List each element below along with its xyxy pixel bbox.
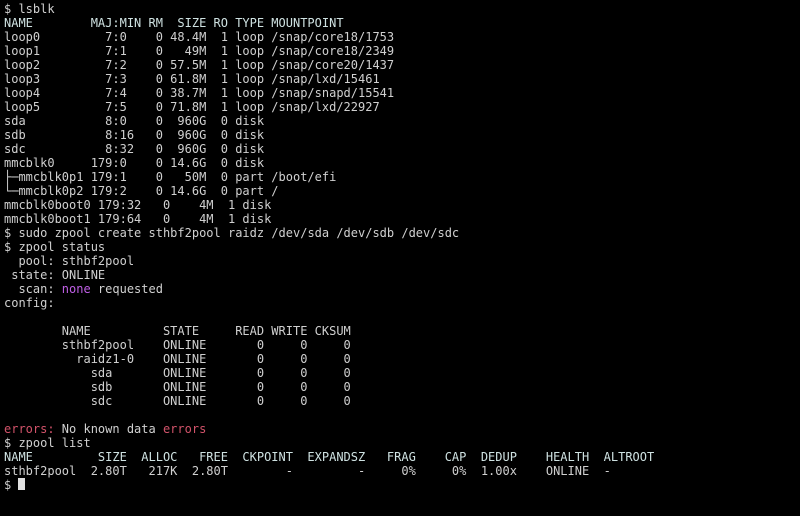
lsblk-row: sda 8:0 0 960G 0 disk	[4, 114, 271, 128]
prompt: $ sudo zpool create sthbf2pool raidz /de…	[4, 226, 459, 240]
lsblk-row: loop1 7:1 0 49M 1 loop /snap/core18/2349	[4, 44, 394, 58]
status-pool: pool: sthbf2pool	[4, 254, 134, 268]
lsblk-row: loop5 7:5 0 71.8M 1 loop /snap/lxd/22927	[4, 100, 380, 114]
prompt: $ lsblk	[4, 2, 55, 16]
lsblk-header: NAME MAJ:MIN RM SIZE RO TYPE MOUNTPOINT	[4, 16, 344, 30]
prompt-current[interactable]: $	[4, 478, 25, 492]
prompt: $ zpool list	[4, 436, 91, 450]
zpool-list-header: NAME SIZE ALLOC FREE CKPOINT EXPANDSZ FR…	[4, 450, 654, 464]
status-state: state: ONLINE	[4, 268, 105, 282]
lsblk-row: loop4 7:4 0 38.7M 1 loop /snap/snapd/155…	[4, 86, 394, 100]
cmd-zpool-list: zpool list	[18, 436, 90, 450]
lsblk-row: mmcblk0boot0 179:32 0 4M 1 disk	[4, 198, 279, 212]
status-config-label: config:	[4, 296, 55, 310]
lsblk-row: mmcblk0boot1 179:64 0 4M 1 disk	[4, 212, 279, 226]
prompt: $ zpool status	[4, 240, 105, 254]
cmd-lsblk: lsblk	[18, 2, 54, 16]
lsblk-row: loop0 7:0 0 48.4M 1 loop /snap/core18/17…	[4, 30, 394, 44]
terminal[interactable]: $ lsblk NAME MAJ:MIN RM SIZE RO TYPE MOU…	[0, 0, 800, 494]
status-table-row: sthbf2pool ONLINE 0 0 0	[4, 338, 351, 352]
cmd-zpool-create: sudo zpool create sthbf2pool raidz /dev/…	[18, 226, 459, 240]
lsblk-row: ├─mmcblk0p1 179:1 0 50M 0 part /boot/efi	[4, 170, 336, 184]
lsblk-row: mmcblk0 179:0 0 14.6G 0 disk	[4, 156, 271, 170]
lsblk-row: sdc 8:32 0 960G 0 disk	[4, 142, 271, 156]
lsblk-row: └─mmcblk0p2 179:2 0 14.6G 0 part /	[4, 184, 279, 198]
zpool-list-row: sthbf2pool 2.80T 217K 2.80T - - 0% 0% 1.…	[4, 464, 611, 478]
cmd-zpool-status: zpool status	[18, 240, 105, 254]
errors-word: errors:	[4, 422, 55, 436]
cursor-icon	[18, 478, 25, 490]
status-table-row: sdc ONLINE 0 0 0	[4, 394, 351, 408]
status-table-row: sdb ONLINE 0 0 0	[4, 380, 351, 394]
errors-word: errors	[163, 422, 206, 436]
scan-value: none	[62, 282, 91, 296]
status-errors-line: errors: No known data errors	[4, 422, 206, 436]
lsblk-row: loop3 7:3 0 61.8M 1 loop /snap/lxd/15461	[4, 72, 380, 86]
lsblk-row: sdb 8:16 0 960G 0 disk	[4, 128, 271, 142]
status-table-row: raidz1-0 ONLINE 0 0 0	[4, 352, 351, 366]
status-table-row: sda ONLINE 0 0 0	[4, 366, 351, 380]
status-table-header: NAME STATE READ WRITE CKSUM	[4, 324, 351, 338]
status-scan: scan: none requested	[4, 282, 163, 296]
lsblk-row: loop2 7:2 0 57.5M 1 loop /snap/core20/14…	[4, 58, 394, 72]
